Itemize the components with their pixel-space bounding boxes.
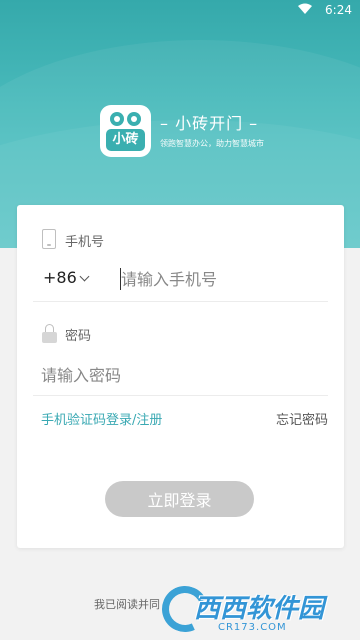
watermark: 西西软件园 CR173.COM [155, 579, 360, 640]
app-name: – 小砖开门 – [160, 114, 259, 133]
phone-label: 手机号 [65, 235, 105, 250]
phone-input[interactable] [121, 267, 321, 291]
status-time: 6:24 [325, 3, 352, 17]
logo-eye-icon [127, 112, 141, 126]
app-logo: 小砖 [100, 105, 151, 157]
login-card: 手机号 +86 密码 手机验证码登录/注册 忘记密码 立即登录 [17, 205, 344, 548]
logo-eye-icon [110, 112, 124, 126]
watermark-url: CR173.COM [218, 622, 287, 633]
logo-mark: 小砖 [106, 129, 145, 151]
country-code-selector[interactable]: +86 [43, 268, 77, 287]
wifi-icon [298, 3, 312, 17]
login-button[interactable]: 立即登录 [105, 481, 254, 517]
app-slogan: 领跑智慧办公，助力智慧城市 [160, 139, 264, 148]
forgot-password-link[interactable]: 忘记密码 [276, 409, 328, 428]
brand-block: 小砖 – 小砖开门 – 领跑智慧办公，助力智慧城市 [100, 105, 300, 157]
lock-icon [42, 324, 57, 343]
sms-login-link[interactable]: 手机验证码登录/注册 [41, 409, 162, 428]
password-input[interactable] [41, 363, 321, 387]
watermark-text: 西西软件园 [194, 594, 325, 624]
status-bar: 6:24 [0, 0, 360, 20]
password-label: 密码 [65, 329, 92, 344]
agreement-text[interactable]: 我已阅读并同 [94, 596, 160, 612]
divider [33, 301, 328, 302]
divider [33, 395, 328, 396]
chevron-down-icon[interactable] [79, 271, 90, 282]
phone-icon [42, 229, 56, 249]
